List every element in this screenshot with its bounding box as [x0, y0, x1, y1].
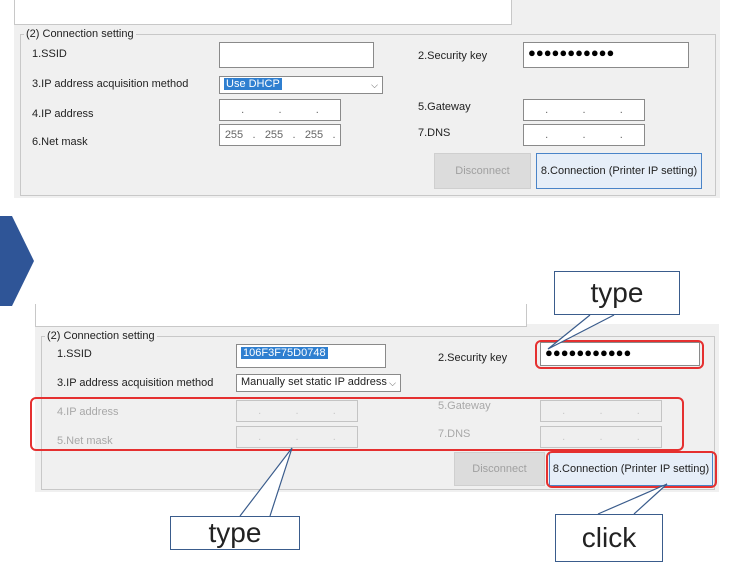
- click-callout: click: [555, 514, 663, 562]
- type-callout-bottom: type: [170, 516, 300, 550]
- type-callout-top: type: [554, 271, 680, 315]
